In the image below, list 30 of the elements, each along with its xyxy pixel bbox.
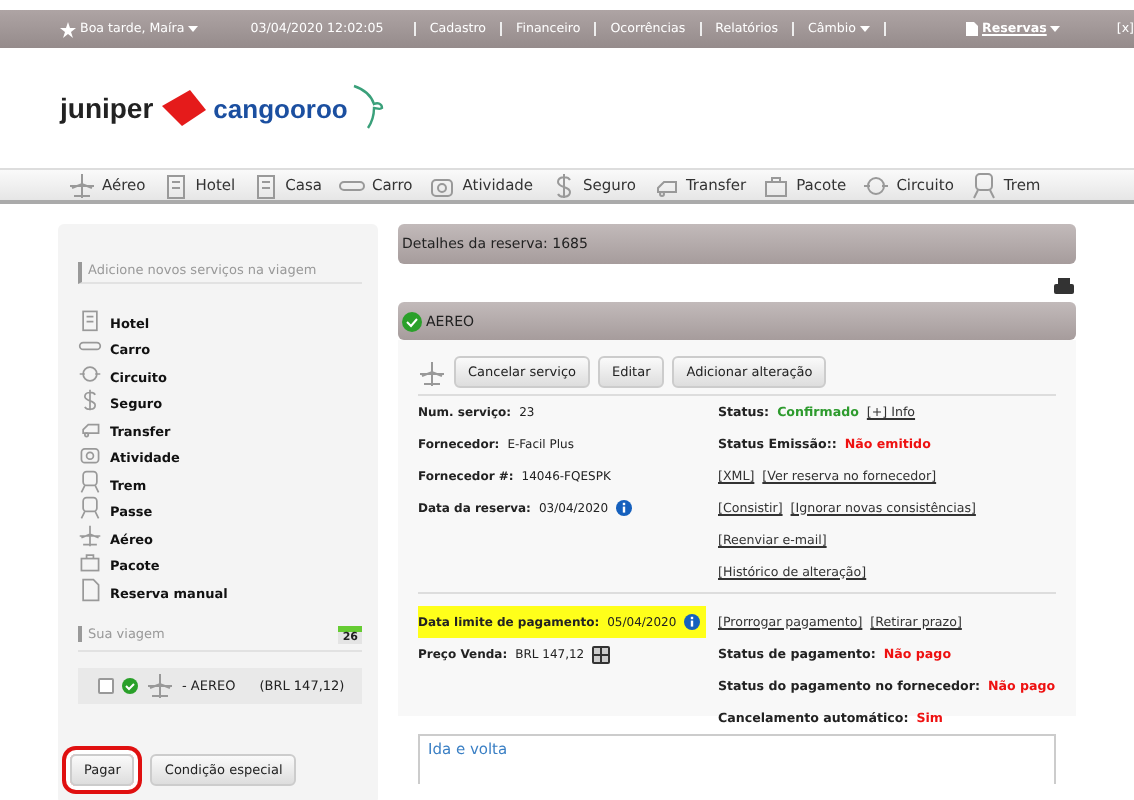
plane-icon: [146, 671, 174, 699]
cycle-icon: [862, 171, 891, 199]
document-icon: [78, 577, 102, 601]
briefcase-icon: [762, 171, 791, 199]
calculator-icon: [592, 645, 611, 663]
plane-icon: [68, 171, 96, 199]
caret-icon: [860, 26, 870, 32]
checkbox[interactable]: [98, 677, 114, 693]
briefcase-icon: [78, 550, 102, 574]
train-icon: [78, 496, 102, 520]
building-icon: [251, 171, 280, 199]
camera-icon: [78, 442, 102, 466]
info-icon: [616, 500, 633, 516]
plane-icon: [418, 360, 446, 388]
cycle-icon: [78, 361, 102, 385]
plane-icon: [78, 523, 102, 547]
train-icon: [78, 469, 102, 493]
document-icon: [966, 22, 978, 36]
caret-icon: [188, 26, 199, 32]
printer-icon: [1052, 278, 1076, 298]
info-icon: [684, 614, 701, 630]
brand-logo-text: juniper: [60, 92, 154, 124]
caret-icon: [1050, 26, 1061, 32]
kite-icon: [157, 88, 210, 128]
building-icon: [78, 307, 102, 331]
star-icon: [60, 21, 76, 37]
train-icon: [969, 171, 998, 199]
building-icon: [161, 171, 190, 199]
dollar-icon: [78, 388, 102, 412]
partner-logo-text: cangooroo: [213, 93, 348, 123]
